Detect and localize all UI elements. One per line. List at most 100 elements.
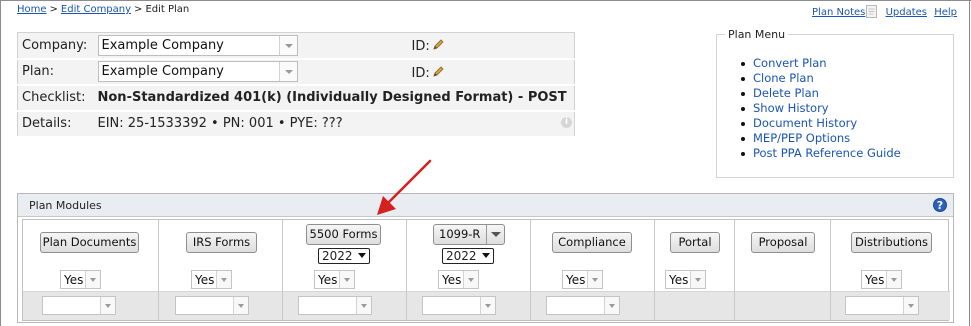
dropdown-arrow-icon[interactable] <box>886 271 901 288</box>
breadcrumb-edit-company-link[interactable]: Edit Company <box>61 4 131 15</box>
irs-forms-status-select[interactable]: Yes <box>191 270 232 289</box>
portal-button[interactable]: Portal <box>670 232 720 253</box>
compliance-button[interactable]: Compliance <box>552 232 632 253</box>
breadcrumb-separator: > <box>134 4 143 15</box>
dropdown-arrow-icon[interactable] <box>604 297 619 314</box>
plan-row: Plan: Example Company ID: <box>17 58 575 86</box>
plan-menu-item-convert-plan[interactable]: Convert Plan <box>741 56 901 71</box>
pencil-icon[interactable] <box>432 38 445 51</box>
dropdown-arrow-icon[interactable] <box>356 297 371 314</box>
updates-link[interactable]: Updates <box>886 7 927 18</box>
plan-documents-button[interactable]: Plan Documents <box>40 232 139 253</box>
plan-documents-status-select[interactable]: Yes <box>60 270 101 289</box>
module-footer <box>735 291 830 320</box>
plan-notes-link[interactable]: Plan Notes <box>812 7 865 18</box>
frame-left-line <box>0 0 1 326</box>
dropdown-arrow-icon[interactable] <box>339 271 354 288</box>
help-icon[interactable]: ? <box>933 198 947 212</box>
5500-forms-status-select[interactable]: Yes <box>314 270 355 289</box>
module-plan-documents: Plan Documents Yes <box>23 220 159 320</box>
module-compliance: Compliance Yes <box>531 220 655 320</box>
company-select[interactable]: Example Company <box>97 34 298 56</box>
irs-forms-button[interactable]: IRS Forms <box>186 232 257 253</box>
portal-status-value: Yes <box>669 273 689 287</box>
compliance-option-select[interactable] <box>546 296 620 315</box>
compliance-status-select[interactable]: Yes <box>562 270 603 289</box>
plan-menu-link[interactable]: Delete Plan <box>753 86 819 100</box>
dropdown-arrow-icon[interactable] <box>903 297 918 314</box>
module-portal: Portal Yes <box>655 220 735 320</box>
plan-menu: Plan Menu Convert Plan Clone Plan Delete… <box>716 28 954 178</box>
compliance-status-value: Yes <box>566 273 586 287</box>
portal-status-select[interactable]: Yes <box>665 270 706 289</box>
plan-menu-link[interactable]: Document History <box>753 116 857 130</box>
module-5500-forms: 5500 Forms 2022 Yes <box>283 220 407 320</box>
company-cell: Example Company ID: <box>93 32 575 60</box>
plan-info-table: Company: Example Company ID: Plan: Examp… <box>17 32 575 138</box>
1099-r-year-select[interactable]: 2022 <box>442 248 494 264</box>
plan-menu-link[interactable]: MEP/PEP Options <box>753 131 850 145</box>
company-id-label: ID: <box>411 39 430 54</box>
plan-menu-link[interactable]: Post PPA Reference Guide <box>753 146 901 160</box>
plan-menu-link[interactable]: Convert Plan <box>753 56 827 70</box>
checklist-label: Checklist: <box>17 84 94 112</box>
module-footer <box>831 291 950 320</box>
1099-r-button[interactable]: 1099-R <box>433 224 505 245</box>
plan-menu-item-mep-pep-options[interactable]: MEP/PEP Options <box>741 131 901 146</box>
module-1099-r: 1099-R 2022 Yes <box>407 220 531 320</box>
dropdown-arrow-icon[interactable] <box>85 271 100 288</box>
dropdown-arrow-icon[interactable] <box>480 297 495 314</box>
info-icon[interactable]: i <box>561 116 572 128</box>
notes-icon[interactable] <box>866 5 878 18</box>
plan-menu-link[interactable]: Show History <box>753 101 829 115</box>
dropdown-arrow-icon[interactable] <box>278 62 297 81</box>
company-id: ID: <box>412 38 445 54</box>
module-footer <box>23 291 158 320</box>
plan-menu-item-delete-plan[interactable]: Delete Plan <box>741 86 901 101</box>
dropdown-arrow-icon[interactable] <box>587 271 602 288</box>
plan-menu-item-document-history[interactable]: Document History <box>741 116 901 131</box>
dropdown-arrow-icon[interactable] <box>216 271 231 288</box>
1099-r-option-select[interactable] <box>422 296 496 315</box>
help-link[interactable]: Help <box>934 7 957 18</box>
dropdown-arrow-icon[interactable] <box>100 297 115 314</box>
proposal-button[interactable]: Proposal <box>751 232 815 253</box>
plan-select[interactable]: Example Company <box>97 61 298 82</box>
breadcrumb-home-link[interactable]: Home <box>17 4 47 15</box>
module-footer <box>655 291 734 320</box>
module-distributions: Distributions Yes <box>831 220 950 320</box>
plan-menu-link[interactable]: Clone Plan <box>753 71 814 85</box>
1099-r-status-value: Yes <box>442 273 462 287</box>
distributions-status-select[interactable]: Yes <box>861 270 902 289</box>
distributions-status-value: Yes <box>865 273 885 287</box>
plan-modules-panel: Plan Modules ? Plan Documents Yes IRS Fo… <box>17 193 954 323</box>
checklist-cell: Non-Standardized 401(k) (Individually De… <box>93 84 575 112</box>
plan-cell: Example Company ID: <box>93 58 575 86</box>
plan-select-value: Example Company <box>101 64 224 79</box>
5500-forms-option-select[interactable] <box>298 296 372 315</box>
dropdown-arrow-icon[interactable] <box>690 271 705 288</box>
5500-forms-year-select[interactable]: 2022 <box>318 248 370 264</box>
dropdown-arrow-icon[interactable] <box>278 35 297 55</box>
irs-forms-option-select[interactable] <box>175 296 249 315</box>
pencil-icon[interactable] <box>432 65 445 78</box>
dropdown-arrow-icon[interactable] <box>233 297 248 314</box>
plan-menu-item-post-ppa-reference-guide[interactable]: Post PPA Reference Guide <box>741 146 901 161</box>
plan-menu-title: Plan Menu <box>725 28 789 41</box>
plan-menu-item-show-history[interactable]: Show History <box>741 101 901 116</box>
plan-documents-option-select[interactable] <box>42 296 116 315</box>
module-footer <box>531 291 654 320</box>
module-footer <box>283 291 406 320</box>
top-links: Plan Notes Updates Help <box>808 5 957 18</box>
plan-menu-item-clone-plan[interactable]: Clone Plan <box>741 71 901 86</box>
1099-r-status-select[interactable]: Yes <box>438 270 479 289</box>
dropdown-arrow-icon[interactable] <box>463 271 478 288</box>
distributions-option-select[interactable] <box>845 296 919 315</box>
chevron-down-icon[interactable] <box>486 225 504 244</box>
checklist-row: Checklist: Non-Standardized 401(k) (Indi… <box>17 84 575 112</box>
distributions-button[interactable]: Distributions <box>851 232 932 253</box>
details-label: Details: <box>17 110 94 138</box>
company-select-value: Example Company <box>101 37 224 53</box>
company-label: Company: <box>17 32 94 60</box>
5500-forms-button[interactable]: 5500 Forms <box>306 224 381 245</box>
